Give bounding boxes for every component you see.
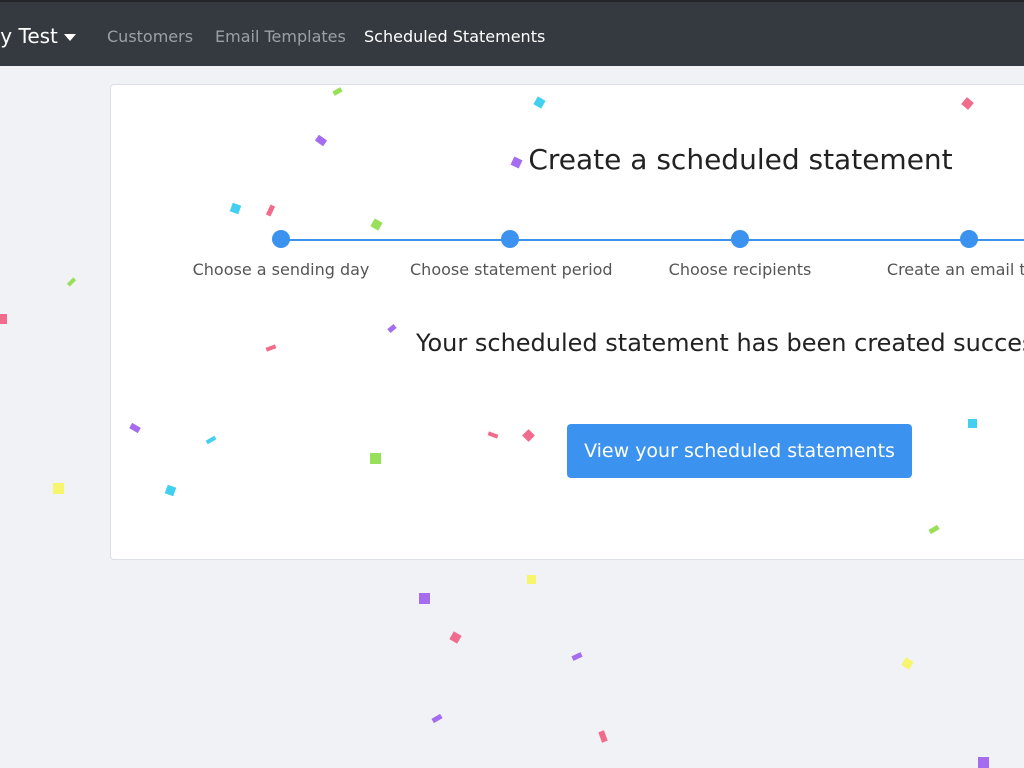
success-message: Your scheduled statement has been create… [416,329,1024,357]
step-label: Choose a sending day [192,260,370,279]
step-label: Choose recipients [668,260,812,279]
confetti-piece [419,593,430,604]
wizard-card: Create a scheduled statement Choose a se… [110,84,1024,560]
step-statement-period: Choose statement period [410,230,613,279]
account-name: ey Test [0,24,58,48]
confetti-piece [66,277,77,287]
top-navbar: ey Test Customers Email Templates Schedu… [0,0,1024,66]
step-dot-icon [960,230,978,248]
nav-link-customers[interactable]: Customers [107,27,193,46]
page-title: Create a scheduled statement [528,143,953,176]
step-label: Choose statement period [410,260,613,279]
confetti-piece [431,713,443,724]
caret-down-icon [63,34,76,41]
step-sending-day: Choose a sending day [181,230,381,279]
step-dot-icon [272,230,290,248]
view-scheduled-statements-button[interactable]: View your scheduled statements [567,424,912,478]
confetti-piece [0,314,7,324]
confetti-piece [571,652,583,661]
nav-link-email-templates[interactable]: Email Templates [215,27,346,46]
account-switcher[interactable]: ey Test [0,24,76,48]
confetti-piece [901,657,914,670]
step-label: Create an email tem [886,260,1024,279]
confetti-piece [527,575,536,584]
step-dot-icon [731,230,749,248]
confetti-piece [978,757,989,768]
confetti-piece [598,730,608,743]
step-dot-icon [501,230,519,248]
nav-link-scheduled-statements[interactable]: Scheduled Statements [364,27,545,46]
step-email-template: Create an email tem [869,230,1024,279]
confetti-piece [449,631,462,644]
step-recipients: Choose recipients [640,230,840,279]
confetti-piece [53,483,64,494]
